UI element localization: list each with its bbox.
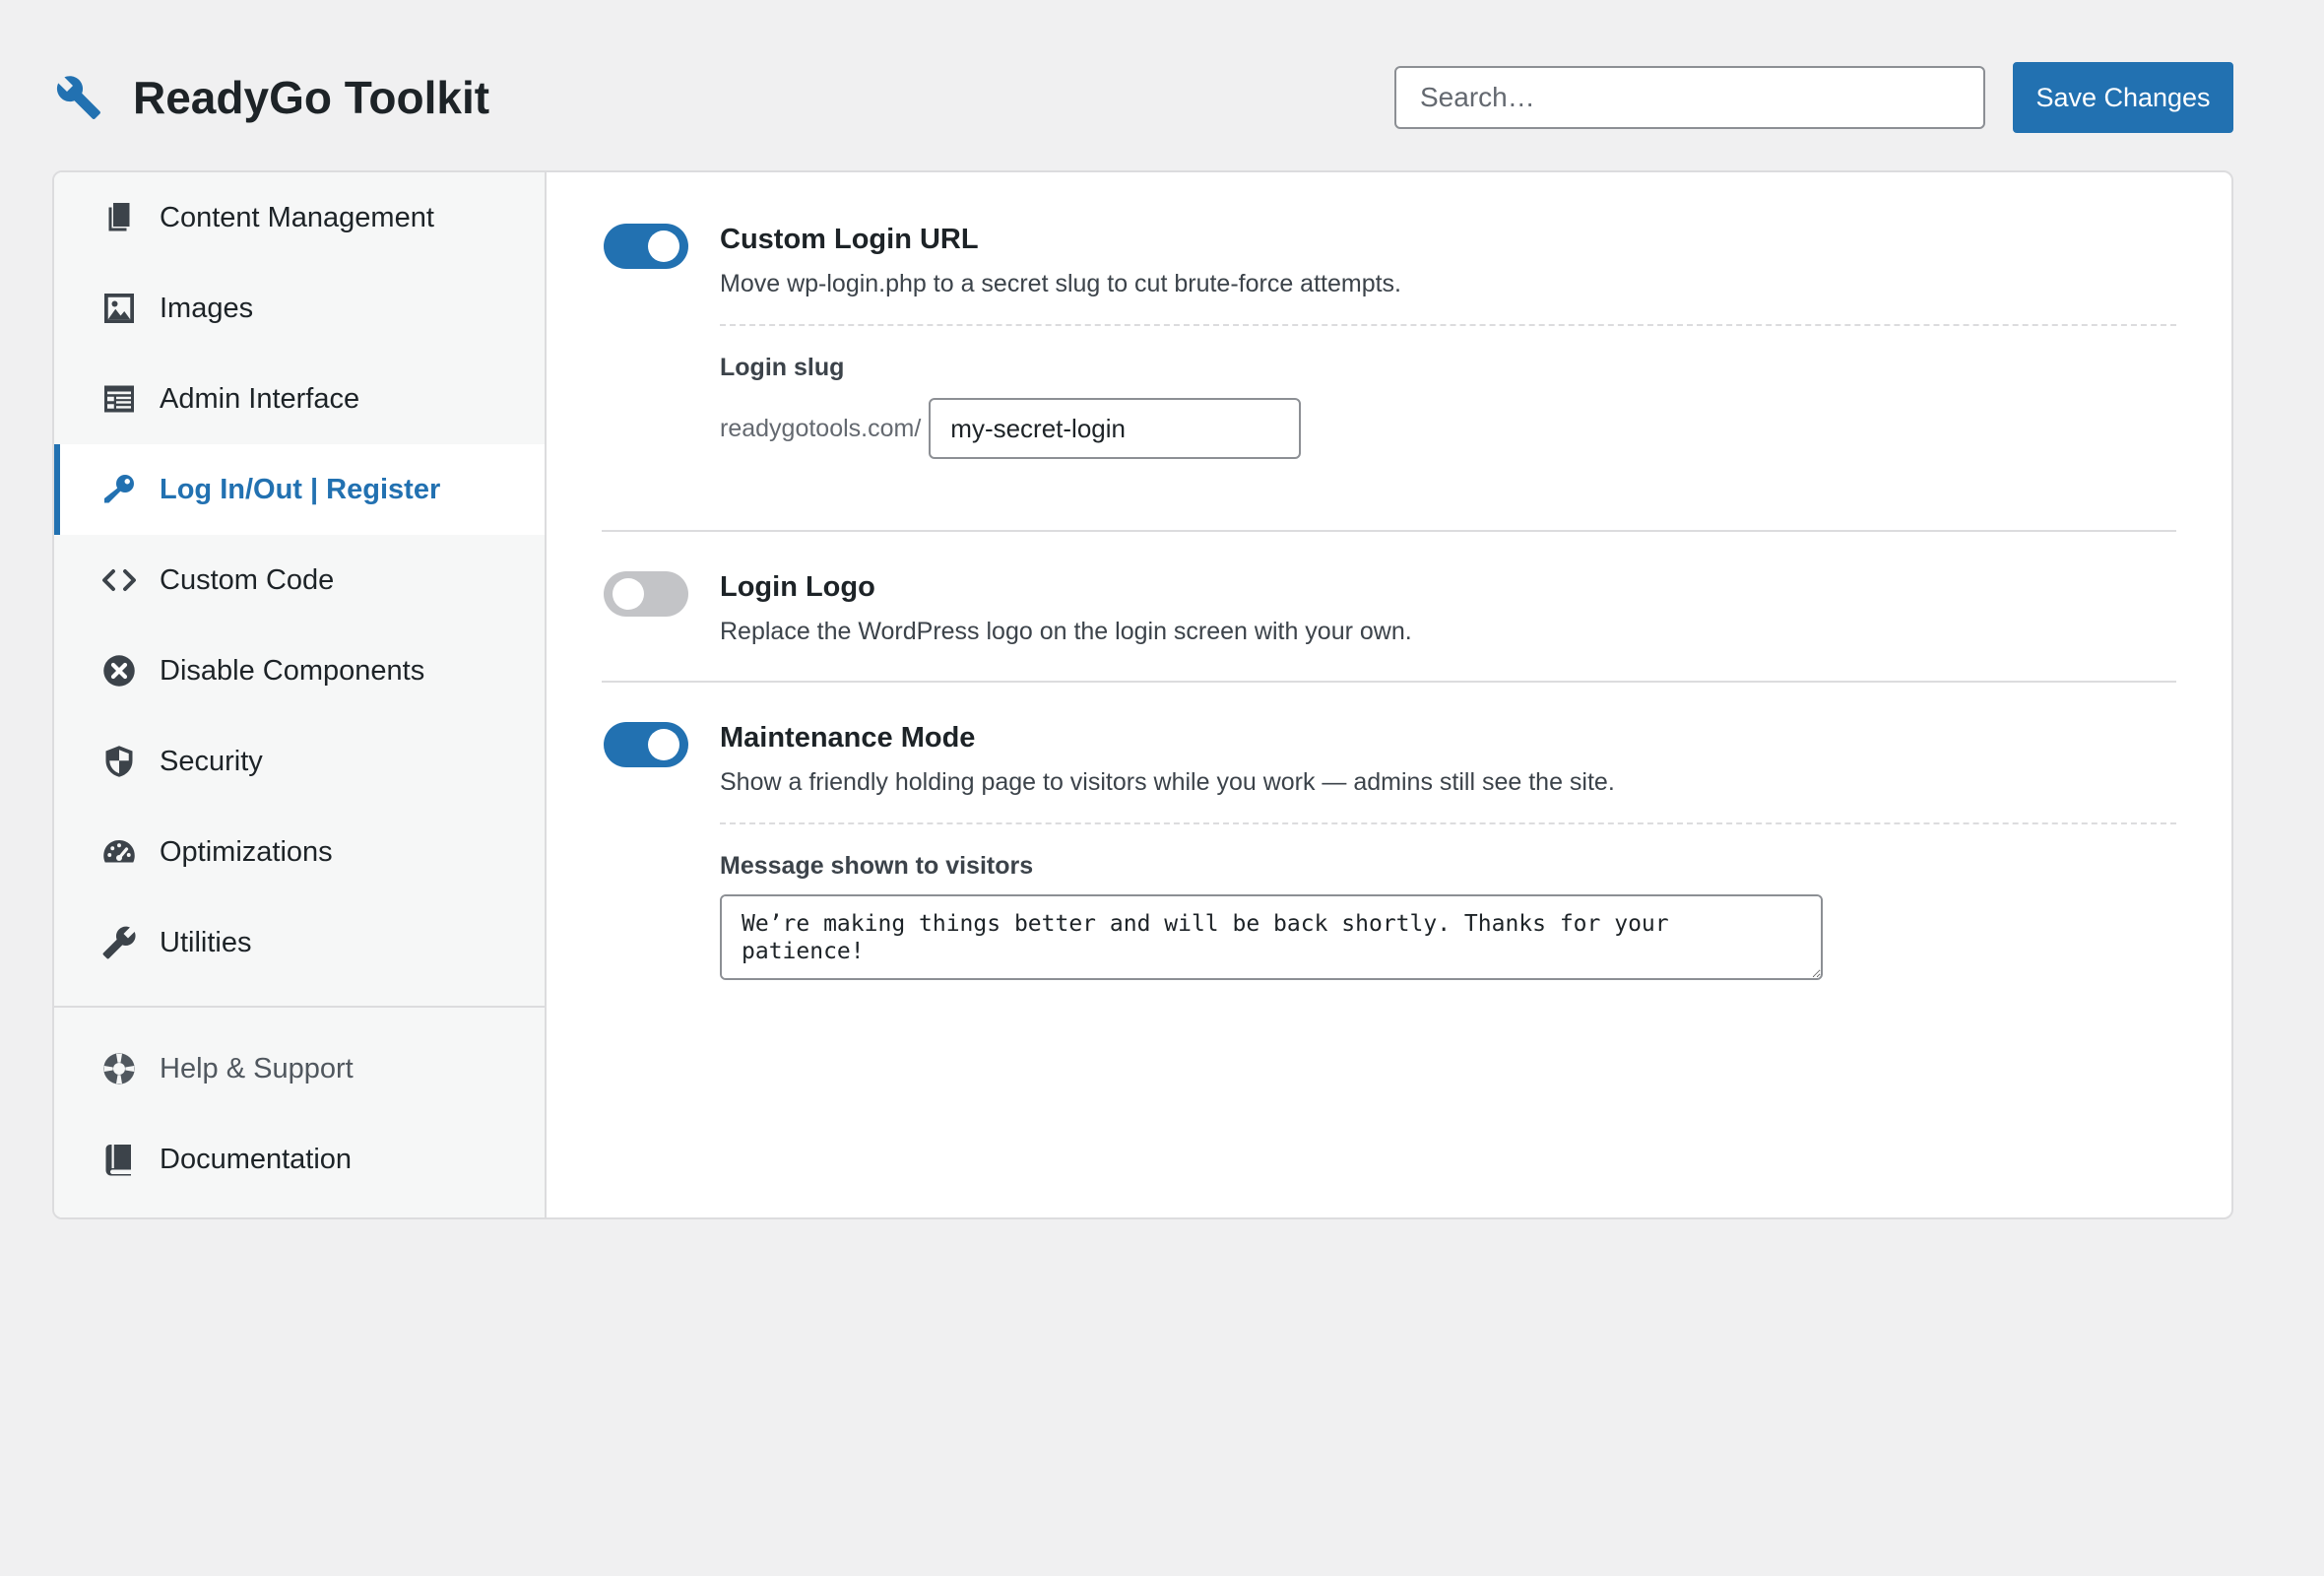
sidebar-item-label: Custom Code — [160, 563, 335, 596]
sidebar-item-label: Content Management — [160, 201, 434, 233]
section-divider — [602, 530, 2176, 532]
wrench-icon — [101, 925, 137, 960]
maintenance-message-textarea[interactable]: We’re making things better and will be b… — [720, 894, 1823, 980]
lifebuoy-icon — [101, 1051, 137, 1086]
sidebar-item-help-support[interactable]: Help & Support — [54, 1023, 545, 1114]
key-icon — [101, 472, 137, 507]
sidebar-item-label: Admin Interface — [160, 382, 360, 415]
sidebar-item-login-register[interactable]: Log In/Out | Register — [54, 444, 545, 535]
setting-title: Custom Login URL — [720, 224, 979, 255]
sidebar-item-custom-code[interactable]: Custom Code — [54, 535, 545, 625]
image-icon — [101, 291, 137, 326]
sidebar: Content Management Images Admin Interfac… — [54, 172, 547, 1217]
setting-description: Show a friendly holding page to visitors… — [720, 768, 1615, 796]
custom-login-url-toggle[interactable] — [604, 224, 688, 269]
dashed-divider — [720, 822, 2176, 824]
shield-icon — [101, 744, 137, 779]
sidebar-item-label: Images — [160, 292, 254, 324]
sidebar-item-utilities[interactable]: Utilities — [54, 897, 545, 988]
login-slug-prefix: readygotools.com/ — [720, 414, 922, 442]
setting-title: Login Logo — [720, 571, 875, 603]
dashed-divider — [720, 324, 2176, 326]
wrench-icon — [56, 76, 100, 119]
sidebar-item-disable-components[interactable]: Disable Components — [54, 625, 545, 716]
sidebar-item-label: Help & Support — [160, 1052, 354, 1084]
page-title: ReadyGo Toolkit — [133, 72, 490, 123]
login-slug-label: Login slug — [720, 354, 845, 381]
sidebar-divider — [54, 1006, 545, 1008]
code-icon — [101, 562, 137, 598]
setting-maintenance-mode: Maintenance Mode Show a friendly holding… — [602, 722, 2176, 980]
settings-content: Custom Login URL Move wp-login.php to a … — [547, 172, 2231, 1217]
sidebar-item-label: Security — [160, 745, 263, 777]
sidebar-item-images[interactable]: Images — [54, 263, 545, 354]
sidebar-item-documentation[interactable]: Documentation — [54, 1114, 545, 1205]
search-input[interactable] — [1394, 66, 1985, 129]
toggle-knob — [648, 230, 679, 262]
admin-layout-icon — [101, 381, 137, 417]
sidebar-item-label: Log In/Out | Register — [160, 473, 441, 505]
page-header: ReadyGo Toolkit Save Changes — [53, 61, 2233, 134]
dashboard-gauge-icon — [101, 834, 137, 870]
maintenance-message-label: Message shown to visitors — [720, 852, 1034, 880]
sidebar-item-label: Disable Components — [160, 654, 425, 687]
login-slug-row: readygotools.com/ — [720, 398, 2176, 459]
setting-description: Replace the WordPress logo on the login … — [720, 618, 1412, 645]
setting-custom-login-url: Custom Login URL Move wp-login.php to a … — [602, 224, 2176, 519]
login-logo-toggle[interactable] — [604, 571, 688, 617]
settings-panel: Content Management Images Admin Interfac… — [52, 170, 2233, 1219]
close-circle-icon — [101, 653, 137, 689]
sidebar-item-content-management[interactable]: Content Management — [54, 172, 545, 263]
pages-icon — [101, 200, 137, 235]
toggle-knob — [648, 729, 679, 760]
sidebar-item-security[interactable]: Security — [54, 716, 545, 807]
sidebar-item-optimizations[interactable]: Optimizations — [54, 807, 545, 897]
sidebar-item-label: Utilities — [160, 926, 252, 958]
sidebar-item-admin-interface[interactable]: Admin Interface — [54, 354, 545, 444]
setting-login-logo: Login Logo Replace the WordPress logo on… — [602, 571, 2176, 650]
book-icon — [101, 1142, 137, 1177]
toggle-knob — [613, 578, 644, 610]
login-slug-input[interactable] — [929, 398, 1302, 459]
section-divider — [602, 681, 2176, 683]
save-changes-button[interactable]: Save Changes — [2013, 62, 2233, 133]
sidebar-item-label: Optimizations — [160, 835, 333, 868]
sidebar-item-label: Documentation — [160, 1143, 353, 1175]
setting-title: Maintenance Mode — [720, 722, 976, 754]
setting-description: Move wp-login.php to a secret slug to cu… — [720, 270, 1402, 297]
maintenance-mode-toggle[interactable] — [604, 722, 688, 767]
